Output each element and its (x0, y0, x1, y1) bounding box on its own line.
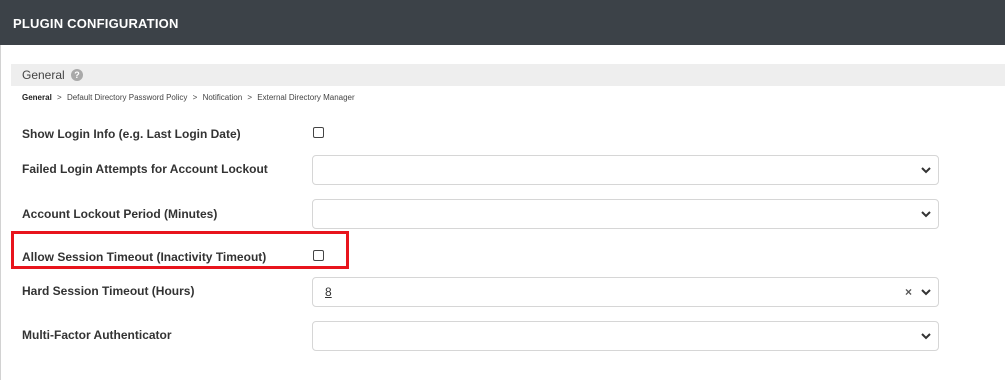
header-bar: PLUGIN CONFIGURATION (0, 0, 1005, 45)
breadcrumb-current: General (22, 93, 52, 102)
chevron-down-icon (921, 167, 931, 174)
allow-session-timeout-label: Allow Session Timeout (Inactivity Timeou… (22, 250, 267, 264)
account-lockout-period-label: Account Lockout Period (Minutes) (22, 207, 218, 221)
show-login-info-label: Show Login Info (e.g. Last Login Date) (22, 127, 241, 141)
hard-session-timeout-label: Hard Session Timeout (Hours) (22, 284, 195, 298)
breadcrumb-separator: > (192, 93, 198, 102)
show-login-info-checkbox[interactable] (313, 127, 324, 138)
clear-icon[interactable]: × (905, 285, 912, 299)
section-header: General ? (11, 64, 1005, 86)
breadcrumb-item-notification[interactable]: Notification (203, 93, 243, 102)
help-icon[interactable]: ? (71, 69, 83, 81)
page-title: PLUGIN CONFIGURATION (13, 16, 179, 31)
breadcrumb-separator: > (57, 93, 62, 102)
breadcrumb-separator: > (247, 93, 253, 102)
multi-factor-authenticator-label: Multi-Factor Authenticator (22, 328, 172, 342)
multi-factor-authenticator-select[interactable] (312, 321, 939, 351)
section-title: General (22, 68, 65, 82)
hard-session-timeout-select[interactable]: 8 × (312, 277, 939, 307)
failed-login-attempts-select[interactable] (312, 155, 939, 185)
breadcrumb-item-external-directory-manager[interactable]: External Directory Manager (257, 93, 354, 102)
allow-session-timeout-checkbox[interactable] (313, 250, 324, 261)
account-lockout-period-select[interactable] (312, 199, 939, 229)
select-value: 8 (325, 285, 332, 299)
chevron-down-icon (921, 289, 931, 296)
breadcrumb: General > Default Directory Password Pol… (22, 93, 355, 102)
chevron-down-icon (921, 333, 931, 340)
left-divider (0, 45, 1, 380)
breadcrumb-item-password-policy[interactable]: Default Directory Password Policy (67, 93, 187, 102)
chevron-down-icon (921, 211, 931, 218)
failed-login-attempts-label: Failed Login Attempts for Account Lockou… (22, 162, 268, 176)
